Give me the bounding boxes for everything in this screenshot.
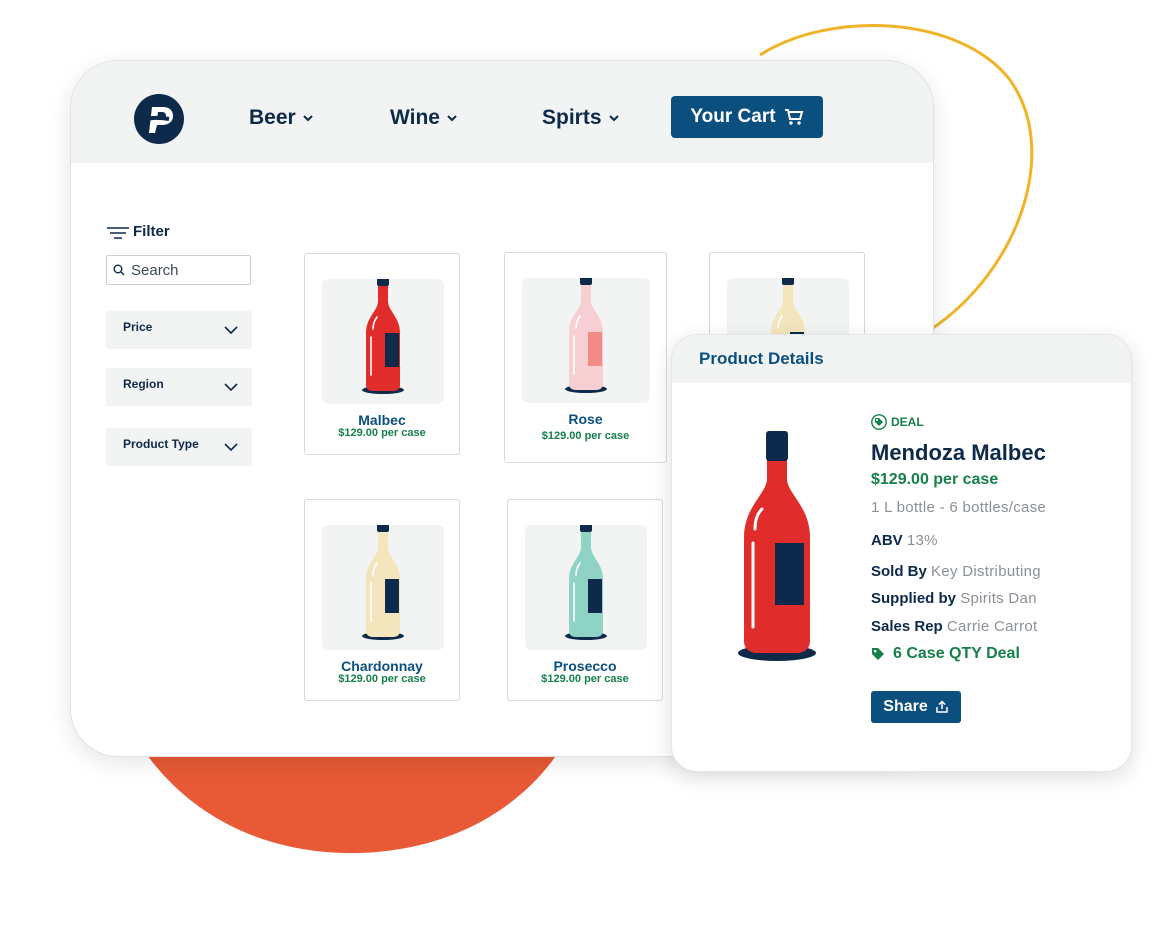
chevron-down-icon <box>224 443 238 452</box>
product-card-malbec[interactable]: Malbec $129.00 per case <box>304 253 460 455</box>
product-name: Chardonnay <box>341 658 423 674</box>
search-box[interactable] <box>106 255 251 285</box>
wine-bottle-icon <box>738 431 816 661</box>
bottle-cap <box>377 279 389 286</box>
chevron-down-icon <box>608 115 619 122</box>
wine-bottle-icon <box>362 525 404 640</box>
deal-badge: DEAL <box>871 414 924 430</box>
deal-badge-label: DEAL <box>891 415 924 429</box>
supplied-by-label: Supplied by <box>871 590 957 607</box>
your-cart-button[interactable]: Your Cart <box>671 96 823 138</box>
wine-bottle-icon <box>565 278 607 393</box>
filter-icon <box>107 226 129 239</box>
bottle-cap <box>377 525 389 532</box>
search-input[interactable] <box>129 260 243 280</box>
product-card-chardonnay[interactable]: Chardonnay $129.00 per case <box>304 499 460 701</box>
product-price: $129.00 per case <box>541 430 630 442</box>
sales-rep-value: Carrie Carrot <box>946 618 1038 635</box>
cart-label: Your Cart <box>690 106 776 127</box>
nav-beer-label: Beer <box>249 106 296 129</box>
product-image <box>322 525 444 650</box>
sales-rep-row: Sales Rep Carrie Carrot <box>871 618 1037 635</box>
wine-bottle-icon <box>362 279 404 394</box>
bottle-label <box>588 579 602 613</box>
bottle-label <box>385 579 399 613</box>
product-price: $129.00 per case <box>338 427 426 439</box>
region-dropdown-label: Region <box>123 377 164 391</box>
product-type-dropdown-label: Product Type <box>123 437 199 451</box>
product-name: Malbec <box>358 412 406 428</box>
search-icon <box>113 264 125 276</box>
supplied-by-value: Spirits Dan <box>960 590 1037 607</box>
chevron-down-icon <box>224 383 238 392</box>
orange-blob <box>140 745 560 854</box>
region-dropdown[interactable]: Region <box>106 368 252 406</box>
cart-icon <box>784 109 803 125</box>
sold-by-row: Sold By Key Distributing <box>871 563 1041 580</box>
p-logo-icon[interactable] <box>133 93 185 145</box>
nav-wine-label: Wine <box>390 106 440 129</box>
promo-label: 6 Case QTY Deal <box>893 645 1020 662</box>
product-type-dropdown[interactable]: Product Type <box>106 428 252 466</box>
wine-bottle-icon <box>565 525 607 640</box>
product-name: Rose <box>568 411 603 427</box>
nav-spirits[interactable]: Spirts <box>542 106 620 130</box>
chevron-down-icon <box>447 115 457 122</box>
product-card-rose[interactable]: Rose $129.00 per case <box>504 252 667 463</box>
bottle-label <box>385 333 399 367</box>
sales-rep-label: Sales Rep <box>871 618 943 635</box>
price-dropdown-label: Price <box>123 320 153 334</box>
filter-label: Filter <box>133 223 170 240</box>
product-size: 1 L bottle - 6 bottles/case <box>871 499 1047 516</box>
product-price: $129.00 per case <box>541 673 629 685</box>
promo-deal: 6 Case QTY Deal <box>871 645 1020 663</box>
sold-by-label: Sold By <box>871 563 927 580</box>
share-label: Share <box>883 698 928 715</box>
abv-label: ABV <box>871 532 903 549</box>
share-button[interactable]: Share <box>871 691 961 723</box>
product-image <box>322 279 444 404</box>
product-details-title: Product Details <box>699 349 824 368</box>
product-name: Prosecco <box>553 658 617 674</box>
filter-toggle[interactable]: Filter <box>107 223 170 240</box>
top-nav-bar: Beer Wine Spirts Your Cart <box>71 61 933 163</box>
price-dropdown[interactable]: Price <box>106 311 252 349</box>
supplied-by-row: Supplied by Spirits Dan <box>871 590 1037 607</box>
product-title: Mendoza Malbec <box>871 440 1046 465</box>
chevron-down-icon <box>302 115 313 122</box>
product-card-prosecco[interactable]: Prosecco $129.00 per case <box>507 499 663 701</box>
abv-row: ABV 13% <box>871 532 938 549</box>
abv-value: 13% <box>906 532 938 549</box>
tag-icon <box>871 414 887 430</box>
tag-icon <box>872 648 884 660</box>
sold-by-value: Key Distributing <box>931 563 1041 580</box>
nav-beer[interactable]: Beer <box>249 106 314 130</box>
product-image <box>522 278 650 403</box>
product-image <box>525 525 647 650</box>
nav-wine[interactable]: Wine <box>390 106 458 130</box>
nav-spirits-label: Spirts <box>542 106 602 129</box>
bottle-label <box>588 332 602 366</box>
product-price: $129.00 per case <box>871 471 999 488</box>
product-details-header: Product Details <box>672 335 1131 383</box>
share-icon <box>935 700 948 713</box>
bottle-cap <box>580 278 592 285</box>
bottle-cap <box>782 278 794 285</box>
chevron-down-icon <box>224 326 238 335</box>
product-price: $129.00 per case <box>338 673 426 685</box>
product-details-panel: Product Details DEAL Mendoza Malbec $129… <box>671 334 1132 772</box>
bottle-cap <box>580 525 592 532</box>
